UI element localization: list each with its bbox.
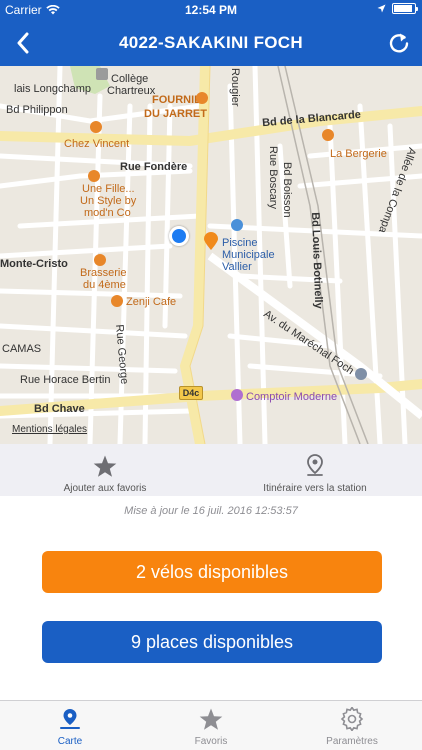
map-label: Chez Vincent [64,138,130,150]
current-location-marker [169,226,189,246]
map-label: du 4ème [83,279,126,291]
map-label: Bd Boisson [281,162,293,218]
itinerary-button[interactable]: Itinéraire vers la station [240,444,390,496]
map-label: Rue Fondère [120,161,188,173]
tab-favorites-label: Favoris [194,736,228,747]
chevron-left-icon [17,32,29,54]
shop-marker-icon [231,389,243,401]
map-label: Chartreux [107,85,156,97]
restaurant-marker-icon [94,254,106,266]
status-bar: Carrier 12:54 PM [0,0,422,20]
last-updated-text: Mise à jour le 16 juil. 2016 12:53:57 [124,505,298,517]
map-label: Un Style by [80,195,137,207]
bakery-marker-icon [196,92,208,104]
map-label: Monte-Cristo [0,258,68,270]
map-label: Piscine [222,237,258,249]
refresh-button[interactable] [384,28,414,58]
map-label: Municipale [222,249,275,261]
nav-bar: 4022-SAKAKINI FOCH [0,20,422,66]
map-label: Bd Chave [34,403,85,415]
tab-favorites[interactable]: Favoris [141,701,281,750]
bakery-marker-icon [322,129,334,141]
tram-stop-icon [96,68,108,80]
bikes-available-button[interactable]: 2 vélos disponibles [42,551,382,593]
map-label: mod'n Co [84,207,131,219]
map-label: lais Longchamp [14,83,92,95]
cafe-marker-icon [90,121,102,133]
map-label: DU JARRET [144,108,207,120]
cafe-marker-icon [111,295,123,307]
map-label: Brasserie [80,267,127,279]
add-favorite-button[interactable]: Ajouter aux favoris [30,444,180,496]
map-pin-icon [60,709,80,729]
gear-icon [340,707,364,731]
location-arrow-icon [377,4,386,13]
refresh-icon [389,33,409,53]
map-label: CAMAS [2,343,42,355]
shop-marker-icon [88,170,100,182]
tab-settings[interactable]: Paramètres [282,701,422,750]
swimming-pool-marker-icon [231,219,243,231]
map-view[interactable]: lais Longchamp Bd Philippon Collège Char… [0,66,422,444]
star-icon [93,455,117,477]
back-button[interactable] [8,28,38,58]
map-label: Bd Philippon [6,104,68,116]
map-label: La Bergerie [330,148,387,160]
tab-settings-label: Paramètres [326,736,378,747]
itinerary-label: Itinéraire vers la station [263,483,367,494]
star-icon [199,708,223,730]
map-label: Rue Boscary [267,146,279,209]
map-label: FOURNIL [152,94,201,106]
page-title: 4022-SAKAKINI FOCH [119,33,303,52]
tab-map[interactable]: Carte [0,701,140,750]
map-label: Une Fille... [82,183,135,195]
legal-link[interactable]: Mentions légales [12,424,87,435]
places-available-button[interactable]: 9 places disponibles [42,621,382,663]
tram-stop-icon [355,368,367,380]
map-label: Comptoir Moderne [246,391,338,403]
pin-marker-icon [204,232,218,250]
battery-icon [392,3,418,14]
map-label: Vallier [222,261,252,273]
tab-bar: Carte Favoris Paramètres [0,700,422,750]
route-badge: D4c [179,386,203,400]
location-pin-icon [307,454,323,476]
actions-bar: Ajouter aux favoris Itinéraire vers la s… [0,444,422,496]
map-label: Collège [111,73,149,85]
map-label: Rougier [229,68,241,107]
add-favorite-label: Ajouter aux favoris [63,483,147,494]
tab-map-label: Carte [57,736,83,747]
map-label: Zenji Cafe [126,296,177,308]
map-label: Rue Horace Bertin [20,374,111,386]
map-roads [0,66,422,444]
clock: 12:54 PM [184,3,238,17]
